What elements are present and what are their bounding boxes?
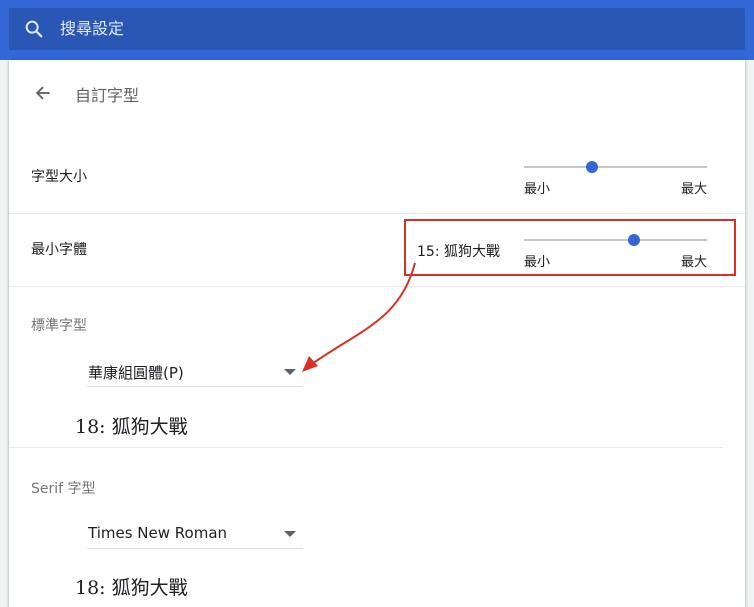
search-icon [25,20,43,38]
dropdown-arrow-icon [284,369,296,375]
font-size-max-label: 最大 [680,182,707,197]
serif-font-sample: 18: 狐狗大戰 [75,577,188,599]
minimum-font-label: 最小字體 [31,242,87,258]
serif-font-title: Serif 字型 [31,481,96,497]
annotation-highlight-box [404,219,736,276]
font-size-slider-knob[interactable] [585,161,598,173]
serif-font-selected: Times New Roman [88,524,228,542]
font-size-slider-track[interactable] [524,166,707,168]
dropdown-arrow-icon [284,531,296,537]
settings-card: 自訂字型 字型大小 最小 最大 最小字體 15: 狐狗大戰 最小 最大 標準字型… [9,60,745,607]
divider [9,286,745,287]
standard-font-selected: 華康組圓體(P) [88,364,184,382]
top-bar: 搜尋設定 [0,0,754,60]
back-arrow-icon[interactable] [33,83,53,103]
font-size-slider[interactable]: 最小 最大 [524,154,707,197]
font-size-min-label: 最小 [524,182,551,197]
serif-font-dropdown[interactable]: Times New Roman [87,522,303,549]
page-title: 自訂字型 [75,86,140,105]
divider [9,213,745,214]
search-input[interactable]: 搜尋設定 [60,19,124,39]
font-size-label: 字型大小 [31,169,87,185]
divider [9,447,723,448]
standard-font-title: 標準字型 [31,318,87,334]
standard-font-dropdown[interactable]: 華康組圓體(P) [87,360,303,387]
search-box[interactable]: 搜尋設定 [9,8,745,50]
standard-font-sample: 18: 狐狗大戰 [75,416,188,438]
